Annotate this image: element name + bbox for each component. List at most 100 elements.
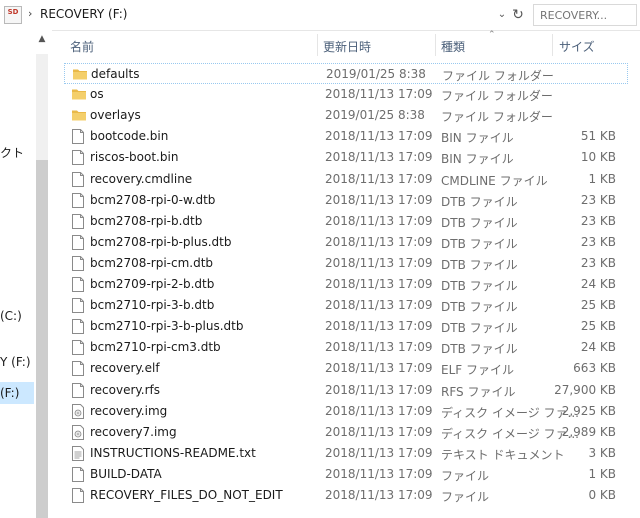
file-icon — [72, 213, 84, 229]
column-header-date[interactable]: 更新日時 — [323, 38, 371, 55]
file-type: BIN ファイル — [441, 131, 514, 146]
column-divider[interactable] — [317, 34, 318, 56]
breadcrumb-chevron-icon[interactable]: › — [28, 7, 32, 20]
search-box[interactable] — [533, 4, 637, 26]
file-row[interactable]: recovery.elf 2018/11/13 17:09 ELF ファイル 663 … — [64, 358, 628, 379]
file-type: DTB ファイル — [441, 342, 518, 357]
disk-image-icon — [72, 403, 84, 419]
file-modified-date: 2018/11/13 17:09 — [325, 192, 433, 207]
file-icon — [72, 361, 84, 377]
file-modified-date: 2018/11/13 17:09 — [325, 340, 433, 355]
file-row[interactable]: recovery7.img 2018/11/13 17:09 ディスク イメージ フ… — [64, 422, 628, 443]
text-document-icon — [72, 445, 84, 461]
file-icon — [72, 255, 84, 271]
file-size: 23 KB — [580, 192, 616, 207]
file-modified-date: 2018/11/13 17:09 — [325, 445, 433, 460]
file-row[interactable]: bootcode.bin 2018/11/13 17:09 BIN ファイル 51 K… — [64, 126, 628, 147]
file-icon — [72, 192, 84, 208]
file-row[interactable]: bcm2710-rpi-3-b.dtb 2018/11/13 17:09 DTB フ… — [64, 295, 628, 316]
file-row[interactable]: bcm2709-rpi-2-b.dtb 2018/11/13 17:09 DTB フ… — [64, 274, 628, 295]
file-type: DTB ファイル — [441, 194, 518, 209]
file-type: ファイル フォルダー — [442, 69, 554, 83]
file-size: 23 KB — [580, 255, 616, 270]
file-modified-date: 2018/11/13 17:09 — [325, 87, 433, 102]
file-modified-date: 2018/11/13 17:09 — [325, 298, 433, 313]
nav-item-drive-f-selected[interactable]: (F:) — [0, 382, 34, 404]
file-name: riscos-boot.bin — [90, 150, 179, 165]
folder-icon — [72, 88, 86, 103]
file-modified-date: 2018/11/13 17:09 — [325, 213, 433, 228]
nav-item-drive-c[interactable]: (C:) — [0, 309, 22, 323]
nav-item-recovery-f[interactable]: Y (F:) — [0, 355, 31, 369]
file-row[interactable]: riscos-boot.bin 2018/11/13 17:09 BIN ファイル 1… — [64, 147, 628, 168]
file-size: 2,925 KB — [561, 403, 616, 418]
file-icon — [72, 171, 84, 187]
file-row[interactable]: BUILD-DATA 2018/11/13 17:09 ファイル 1 KB — [64, 464, 628, 485]
file-size: 23 KB — [580, 213, 616, 228]
file-row[interactable]: bcm2708-rpi-0-w.dtb 2018/11/13 17:09 DTB フ… — [64, 190, 628, 211]
disk-image-icon — [72, 424, 84, 440]
nav-item-drive-f-label: (F:) — [0, 386, 20, 400]
address-history-chevron-down-icon[interactable]: ⌄ — [494, 6, 510, 24]
column-header-type[interactable]: 種類 — [441, 38, 465, 55]
file-type: CMDLINE ファイル — [441, 173, 548, 188]
column-header-size[interactable]: サイズ — [559, 38, 595, 55]
file-icon — [72, 277, 84, 292]
search-input[interactable] — [540, 6, 636, 24]
file-icon — [72, 466, 84, 482]
file-row[interactable]: recovery.cmdline 2018/11/13 17:09 CMDLINE … — [64, 169, 628, 190]
file-name: bcm2710-rpi-3-b-plus.dtb — [90, 319, 244, 334]
file-modified-date: 2018/11/13 17:09 — [325, 150, 433, 165]
file-name: BUILD-DATA — [90, 466, 162, 481]
column-header-name[interactable]: 名前 — [70, 38, 94, 55]
file-name: os — [90, 87, 104, 102]
drive-icon-text: SD — [7, 8, 19, 16]
breadcrumb-current-drive[interactable]: RECOVERY (F:) — [40, 7, 127, 21]
file-row[interactable]: bcm2708-rpi-b-plus.dtb 2018/11/13 17:09 DT… — [64, 232, 628, 253]
file-modified-date: 2018/11/13 17:09 — [325, 129, 433, 144]
file-row[interactable]: os 2018/11/13 17:09 ファイル フォルダー — [64, 84, 628, 105]
file-size: 25 KB — [580, 319, 616, 334]
file-row[interactable]: bcm2710-rpi-3-b-plus.dtb 2018/11/13 17:09… — [64, 316, 628, 337]
file-name: recovery.img — [90, 403, 168, 418]
column-header-row: 名前 更新日時 ⌃ 種類 サイズ — [52, 30, 640, 60]
file-row[interactable]: overlays 2019/01/25 8:38 ファイル フォルダー — [64, 105, 628, 126]
refresh-icon[interactable]: ↻ — [510, 5, 526, 25]
file-name: overlays — [90, 108, 141, 123]
file-type: ディスク イメージ ファ... — [441, 426, 579, 441]
file-type: DTB ファイル — [441, 279, 518, 293]
nav-item-project[interactable]: クト — [0, 144, 24, 161]
file-row[interactable]: bcm2708-rpi-b.dtb 2018/11/13 17:09 DTB ファイ… — [64, 211, 628, 232]
file-name: defaults — [91, 67, 140, 81]
file-row[interactable]: bcm2710-rpi-cm3.dtb 2018/11/13 17:09 DTB フ… — [64, 337, 628, 358]
file-type: DTB ファイル — [441, 300, 518, 315]
file-modified-date: 2019/01/25 8:38 — [325, 108, 425, 123]
file-list: 名前 更新日時 ⌃ 種類 サイズ defaults 2019/01/25 8:38… — [52, 30, 640, 518]
file-modified-date: 2018/11/13 17:09 — [325, 234, 433, 249]
file-size: 25 KB — [580, 298, 616, 313]
file-modified-date: 2018/11/13 17:09 — [325, 382, 433, 397]
file-name: recovery.cmdline — [90, 171, 193, 186]
file-type: ファイル フォルダー — [441, 110, 553, 125]
sort-ascending-icon: ⌃ — [488, 30, 496, 40]
file-row[interactable]: INSTRUCTIONS-README.txt 2018/11/13 17:09 テ… — [64, 443, 628, 464]
nav-scroll-up-icon[interactable]: ▲ — [35, 34, 49, 48]
file-row[interactable]: recovery.img 2018/11/13 17:09 ディスク イメージ ファ… — [64, 401, 628, 422]
file-name: bcm2709-rpi-2-b.dtb — [90, 277, 215, 291]
file-icon — [72, 150, 84, 166]
file-row[interactable]: RECOVERY_FILES_DO_NOT_EDIT 2018/11/13 17:… — [64, 485, 628, 506]
file-row[interactable]: recovery.rfs 2018/11/13 17:09 RFS ファイル 27,9… — [64, 380, 628, 401]
file-name: recovery.rfs — [90, 382, 161, 397]
file-size: 51 KB — [580, 129, 616, 144]
nav-scrollbar-thumb[interactable] — [36, 160, 48, 518]
file-name: bootcode.bin — [90, 129, 169, 144]
column-divider[interactable] — [435, 34, 436, 56]
file-icon — [72, 234, 84, 250]
file-row[interactable]: defaults 2019/01/25 8:38 ファイル フォルダー — [64, 63, 628, 84]
file-size: 1 KB — [588, 466, 616, 481]
file-modified-date: 2018/11/13 17:09 — [325, 488, 433, 502]
file-row[interactable]: bcm2708-rpi-cm.dtb 2018/11/13 17:09 DTB ファ… — [64, 253, 628, 274]
file-name: bcm2708-rpi-cm.dtb — [90, 255, 214, 270]
file-size: 27,900 KB — [554, 382, 616, 397]
column-divider[interactable] — [552, 34, 553, 56]
